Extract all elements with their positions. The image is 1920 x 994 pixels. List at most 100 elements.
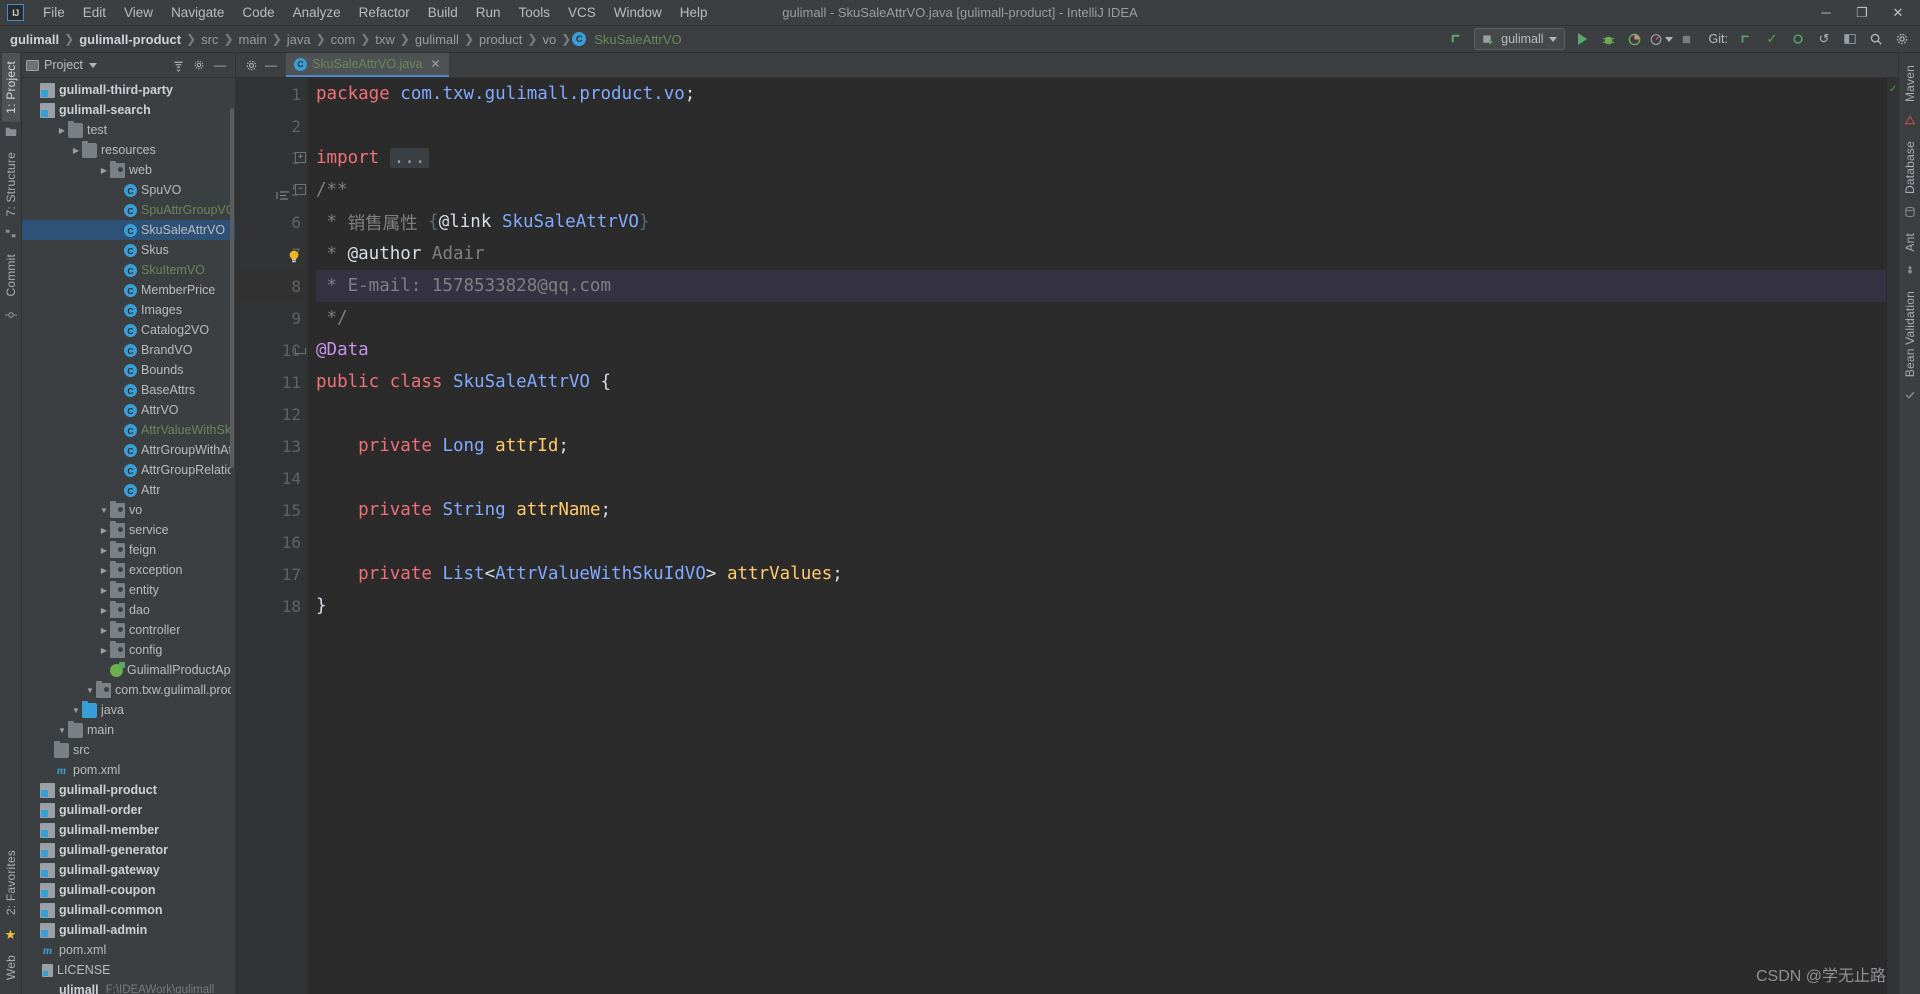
tree-node[interactable]: C AttrGroupRelationVO (22, 460, 235, 480)
intention-bulb-icon[interactable] (288, 248, 300, 263)
tree-node[interactable]: ▶ service (22, 520, 235, 540)
code-line[interactable]: private Long attrId; (316, 430, 1886, 462)
line-number[interactable]: 11 (236, 366, 308, 398)
tree-node[interactable]: C BrandVO (22, 340, 235, 360)
chevron-right-icon[interactable]: ▶ (98, 546, 110, 555)
minimize-button[interactable]: ─ (1808, 0, 1844, 25)
tree-node[interactable]: C SkuItemVO (22, 260, 235, 280)
chevron-right-icon[interactable]: ▶ (98, 586, 110, 595)
tree-node[interactable]: ▶ feign (22, 540, 235, 560)
tree-node[interactable]: gulimall-member (22, 820, 235, 840)
menu-run[interactable]: Run (467, 3, 510, 22)
code-line[interactable] (316, 398, 1886, 430)
tree-node[interactable]: m pom.xml (22, 760, 235, 780)
tree-node[interactable]: gulimall-order (22, 800, 235, 820)
menu-tools[interactable]: Tools (510, 3, 560, 22)
git-update-icon[interactable] (1734, 28, 1758, 50)
code-line[interactable] (316, 110, 1886, 142)
menu-vcs[interactable]: VCS (559, 3, 605, 22)
code-line[interactable]: private String attrName; (316, 494, 1886, 526)
code-line[interactable]: @Data (316, 334, 1886, 366)
breadcrumb-item-java[interactable]: java (283, 32, 315, 47)
tree-node[interactable]: gulimall-common (22, 900, 235, 920)
menu-window[interactable]: Window (605, 3, 671, 22)
line-number[interactable]: 13 (236, 430, 308, 462)
breadcrumb-item-skusaleattrvo[interactable]: SkuSaleAttrVO (590, 32, 685, 47)
fold-end-icon[interactable] (295, 348, 306, 354)
code-line[interactable]: } (316, 590, 1886, 622)
tool-tab-web[interactable]: Web (2, 947, 20, 988)
chevron-down-icon[interactable]: ▼ (70, 706, 82, 715)
scrollbar-thumb[interactable] (230, 108, 234, 468)
tree-node[interactable]: gulimall-gateway (22, 860, 235, 880)
chevron-right-icon[interactable]: ▶ (98, 626, 110, 635)
hide-panel-icon[interactable]: — (211, 56, 229, 74)
code-line[interactable]: /** (316, 174, 1886, 206)
line-number[interactable]: 16 (236, 526, 308, 558)
line-number[interactable]: 15 (236, 494, 308, 526)
tree-node[interactable]: ▼ main (22, 720, 235, 740)
code-content[interactable]: package com.txw.gulimall.product.vo; impo… (308, 78, 1886, 994)
code-line[interactable]: private List < AttrValueWithSkuIdVO > attrV… (316, 558, 1886, 590)
code-line[interactable]: * @author Adair (316, 238, 1886, 270)
breadcrumb-item-com[interactable]: com (327, 32, 360, 47)
tree-node[interactable]: ▶ test (22, 120, 235, 140)
split-view-icon[interactable] (1838, 28, 1862, 50)
tree-node[interactable]: gulimall-admin (22, 920, 235, 940)
tree-node[interactable]: C Attr (22, 480, 235, 500)
breadcrumb-item-src[interactable]: src (197, 32, 222, 47)
chevron-right-icon[interactable]: ▶ (98, 526, 110, 535)
breadcrumb-item-gulimall[interactable]: gulimall (6, 32, 63, 47)
chevron-right-icon[interactable]: ▶ (98, 646, 110, 655)
debug-button[interactable] (1597, 28, 1621, 50)
menu-refactor[interactable]: Refactor (350, 3, 419, 22)
tree-node[interactable]: gulimall-search (22, 100, 235, 120)
line-number[interactable]: 14 (236, 462, 308, 494)
code-editor[interactable]: 12356789101112131415161718+− package com… (236, 78, 1898, 994)
run-button[interactable] (1571, 28, 1595, 50)
chevron-right-icon[interactable]: ▶ (98, 566, 110, 575)
menu-code[interactable]: Code (233, 3, 283, 22)
menu-help[interactable]: Help (671, 3, 717, 22)
tree-node[interactable]: gulimall-product (22, 780, 235, 800)
line-number[interactable]: 1 (236, 78, 308, 110)
code-line[interactable]: package com.txw.gulimall.product.vo; (316, 78, 1886, 110)
tree-node[interactable]: m pom.xml (22, 940, 235, 960)
git-push-icon[interactable] (1786, 28, 1810, 50)
code-line[interactable]: * 销售属性 {@link SkuSaleAttrVO} (316, 206, 1886, 238)
tree-node[interactable]: C SkuSaleAttrVO (22, 220, 235, 240)
tool-tab-structure[interactable]: 7: Structure (2, 144, 20, 224)
line-number[interactable]: 18 (236, 590, 308, 622)
tool-tab-maven[interactable]: Maven (1901, 57, 1919, 110)
tree-node[interactable]: C SpuAttrGroupVO (22, 200, 235, 220)
fold-collapse-icon[interactable]: − (295, 184, 306, 195)
search-everywhere-icon[interactable] (1864, 28, 1888, 50)
close-button[interactable]: ✕ (1880, 0, 1916, 25)
git-rollback-icon[interactable]: ↺ (1812, 28, 1836, 50)
menu-analyze[interactable]: Analyze (284, 3, 350, 22)
tree-node[interactable]: ▶ controller (22, 620, 235, 640)
tree-node[interactable]: C AttrVO (22, 400, 235, 420)
tree-node[interactable]: ▶ dao (22, 600, 235, 620)
update-project-icon[interactable] (1444, 28, 1468, 50)
tree-node[interactable]: C AttrValueWithSkuIdVO (22, 420, 235, 440)
chevron-right-icon[interactable]: ▶ (70, 146, 82, 155)
line-number[interactable]: 8 (236, 270, 308, 302)
tree-node[interactable]: ▶ config (22, 640, 235, 660)
project-tree-scrollbar[interactable] (229, 78, 235, 994)
tool-tab-commit[interactable]: Commit (2, 246, 20, 305)
line-number[interactable]: 2 (236, 110, 308, 142)
tool-tab-favorites[interactable]: 2: Favorites (2, 842, 20, 923)
chevron-right-icon[interactable]: ▶ (56, 126, 68, 135)
chevron-right-icon[interactable]: ▶ (98, 166, 110, 175)
line-number[interactable]: 12 (236, 398, 308, 430)
editor-markers-gutter[interactable]: ✓ (1886, 78, 1898, 994)
tree-node[interactable]: C Images (22, 300, 235, 320)
menu-edit[interactable]: Edit (74, 3, 115, 22)
tree-node[interactable]: ▶ web (22, 160, 235, 180)
close-icon[interactable]: ✕ (430, 57, 440, 71)
settings-gear-icon[interactable] (1890, 28, 1914, 50)
folded-imports-placeholder[interactable]: ... (389, 148, 430, 168)
tool-tab-database[interactable]: Database (1901, 133, 1919, 202)
tree-node[interactable]: ▼ java (22, 700, 235, 720)
